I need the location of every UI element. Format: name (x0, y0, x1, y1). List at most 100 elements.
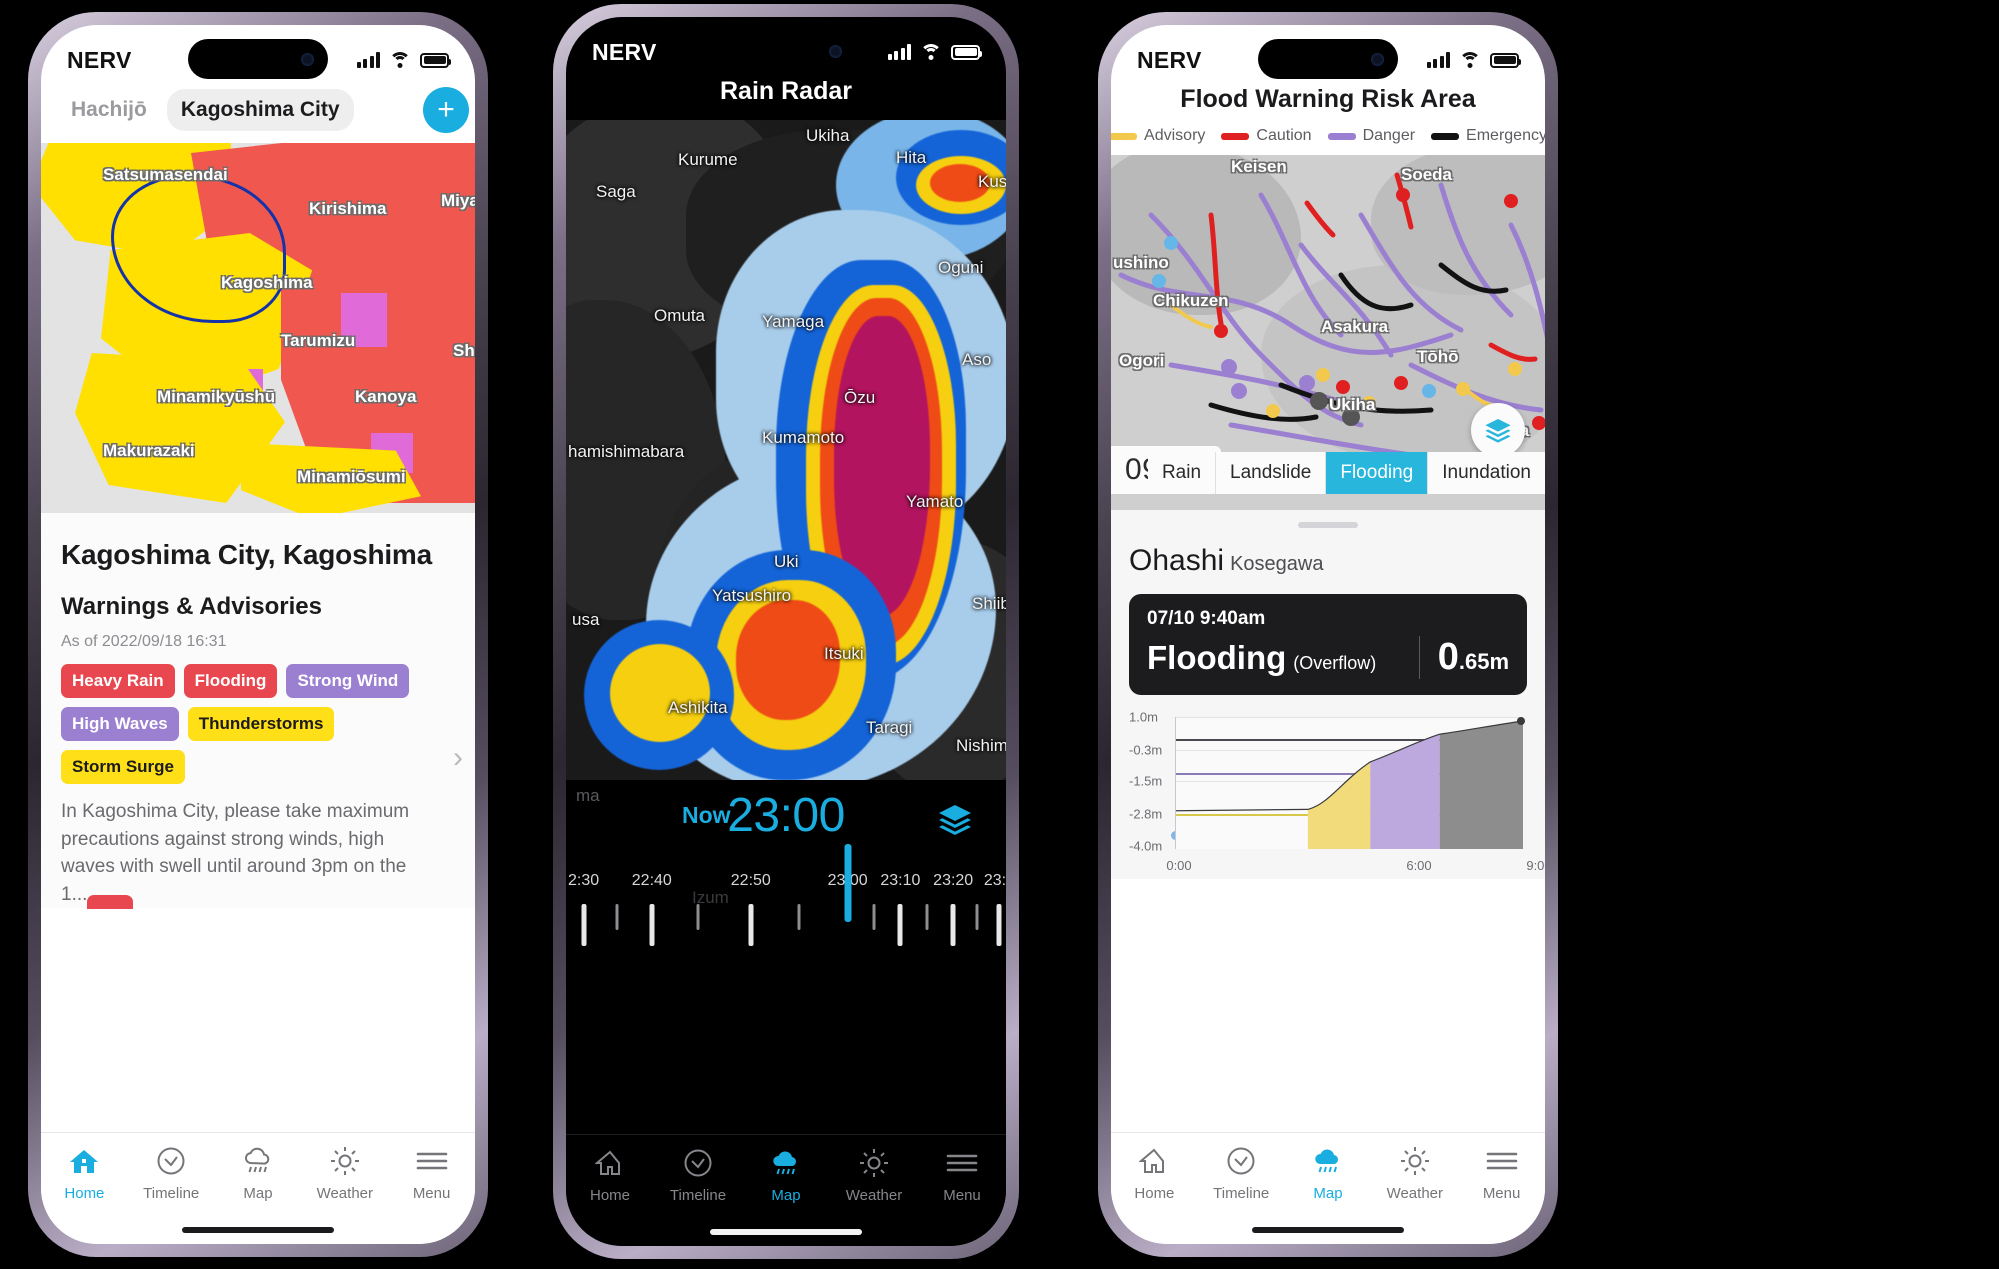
water-level-chart: 1.0m -0.3m -1.5m -2.8m -4.0m 0:00 6:00 9… (1129, 709, 1545, 879)
warning-description-text: In Kagoshima City, please take maximum p… (61, 801, 410, 905)
hamburger-icon (1485, 1145, 1519, 1177)
cellular-signal-icon (1426, 52, 1450, 68)
tab-map[interactable]: Map (215, 1145, 302, 1202)
card-value-dec: .65 (1458, 649, 1490, 674)
home-indicator[interactable] (1252, 1227, 1404, 1233)
tab-timeline[interactable]: Timeline (1198, 1145, 1285, 1202)
tab-menu[interactable]: Menu (918, 1147, 1006, 1204)
legend-item-danger: Danger (1327, 127, 1415, 145)
tab-weather[interactable]: Weather (301, 1145, 388, 1202)
chip-inundation[interactable]: Inundation (1428, 452, 1545, 494)
tick-mark (996, 904, 1002, 946)
card-value-int: 0 (1437, 636, 1459, 678)
tab-label: Home (589, 1187, 630, 1204)
as-of-timestamp: As of 2022/09/18 16:31 (61, 633, 227, 650)
tick-label: 23:10 (880, 872, 921, 889)
app-brand-label: NERV (67, 46, 132, 73)
status-badge-thunderstorms[interactable]: Thunderstorms (187, 707, 335, 741)
map-label: Minamiōsumi (297, 467, 406, 486)
card-divider (1418, 636, 1420, 679)
tab-map[interactable]: Map (1285, 1145, 1372, 1202)
tab-label: Weather (1386, 1185, 1443, 1202)
layers-icon[interactable] (1471, 403, 1525, 457)
sun-icon (857, 1147, 891, 1179)
status-badge-heavy-rain[interactable]: Heavy Rain (61, 664, 175, 698)
now-button[interactable]: Now (682, 802, 731, 829)
battery-icon (1490, 52, 1521, 68)
tab-label: Weather (845, 1187, 903, 1204)
front-camera-icon (1371, 52, 1384, 66)
timeline-playhead[interactable] (844, 844, 852, 922)
radar-timeline-slider[interactable]: 2:30 22:40 22:50 23:00 23:10 23:20 23:3 (566, 844, 1006, 962)
map-label: Asakura (1321, 317, 1389, 336)
dynamic-island (716, 31, 856, 71)
warning-detail-sheet: Kagoshima City, Kagoshima Warnings & Adv… (41, 513, 475, 910)
tab-weather[interactable]: Weather (830, 1147, 918, 1204)
location-tab-strip: Hachijō Kagoshima City + (41, 83, 475, 143)
home-indicator[interactable] (182, 1227, 334, 1233)
app-brand-label: NERV (1137, 46, 1202, 73)
map-label: Kagoshima (221, 273, 313, 292)
tab-timeline[interactable]: Timeline (654, 1147, 742, 1204)
clock-icon (1224, 1145, 1258, 1177)
chip-landslide[interactable]: Landslide (1216, 452, 1327, 494)
tab-weather[interactable]: Weather (1371, 1145, 1458, 1202)
map-label: Hita (896, 148, 927, 167)
tick-mark (950, 904, 956, 946)
section-heading-warnings: Warnings & Advisories (61, 593, 322, 620)
location-tab-kagoshima-city[interactable]: Kagoshima City (166, 89, 354, 131)
rain-radar-map[interactable]: Ukiha Kurume Hita Kusu Saga Oguni Omuta … (566, 120, 1006, 780)
tab-home[interactable]: Home (566, 1147, 654, 1204)
status-badge-high-waves[interactable]: High Waves (61, 707, 179, 741)
map-label: usa (572, 610, 600, 629)
tab-label: Home (1134, 1185, 1175, 1202)
home-icon (67, 1145, 101, 1177)
add-location-button[interactable]: + (423, 87, 469, 133)
hazard-filter-chips: Rain Landslide Flooding Inundation (1147, 452, 1545, 494)
layers-icon[interactable] (936, 800, 974, 838)
tick-mark (897, 904, 903, 946)
card-main-row: Flooding (Overflow) 0.65m (1147, 636, 1509, 679)
tab-home[interactable]: Home (41, 1145, 128, 1202)
location-tab-hachijo[interactable]: Hachijō (57, 89, 161, 131)
sheet-grabber[interactable] (1298, 522, 1358, 528)
flood-risk-map[interactable]: Keisen Soeda ushino Chikuzen Asakura Tōh… (1111, 155, 1545, 510)
tab-label: Map (243, 1185, 273, 1202)
legend-label: Advisory (1144, 127, 1206, 144)
map-label: Minamikyūshū (157, 387, 276, 406)
map-label: Makurazaki (103, 441, 195, 460)
river-name: Kosegawa (1230, 553, 1324, 575)
map-label: Ogori (1119, 351, 1165, 370)
y-axis-tick: -4.0m (1129, 838, 1163, 854)
warning-area-map[interactable]: Satsumasendai Kirishima Miyako Kagoshima… (41, 143, 475, 513)
clock-icon (681, 1147, 715, 1179)
tab-menu[interactable]: Menu (1458, 1145, 1545, 1202)
phone-device-3: NERV Flood Warning Risk Area Advisory Ca… (1098, 12, 1558, 1257)
map-label: Kurume (678, 150, 738, 169)
chip-rain[interactable]: Rain (1147, 452, 1217, 494)
tab-label: Timeline (1213, 1185, 1270, 1202)
map-label: Izum (692, 888, 729, 907)
wifi-icon (1459, 52, 1481, 68)
radar-echo-heavy (610, 644, 710, 742)
tab-label: Menu (412, 1185, 451, 1202)
chevron-right-icon[interactable]: › (453, 741, 463, 775)
x-axis-tick: 6:00 (1406, 858, 1432, 873)
tick-mark (649, 904, 655, 946)
phone2-screen: NERV Rain Radar Ukiha Kurume Hita Kus Sa… (566, 17, 1006, 1246)
status-badge-strong-wind[interactable]: Strong Wind (286, 664, 410, 698)
tab-label: Weather (316, 1185, 373, 1202)
map-label: Tarumizu (281, 331, 356, 350)
tab-timeline[interactable]: Timeline (128, 1145, 215, 1202)
flood-header: Flood Warning Risk Area Advisory Caution… (1111, 83, 1545, 155)
tick-label: 22:40 (631, 872, 672, 889)
tab-map[interactable]: Map (742, 1147, 830, 1204)
tab-home[interactable]: Home (1111, 1145, 1198, 1202)
home-indicator[interactable] (710, 1229, 862, 1235)
status-badge-flooding[interactable]: Flooding (183, 664, 278, 698)
status-badge-storm-surge[interactable]: Storm Surge (61, 750, 186, 784)
chip-flooding[interactable]: Flooding (1326, 452, 1429, 494)
tab-menu[interactable]: Menu (388, 1145, 475, 1202)
legend-item-advisory: Advisory (1111, 127, 1205, 145)
app-brand-label: NERV (592, 38, 657, 65)
